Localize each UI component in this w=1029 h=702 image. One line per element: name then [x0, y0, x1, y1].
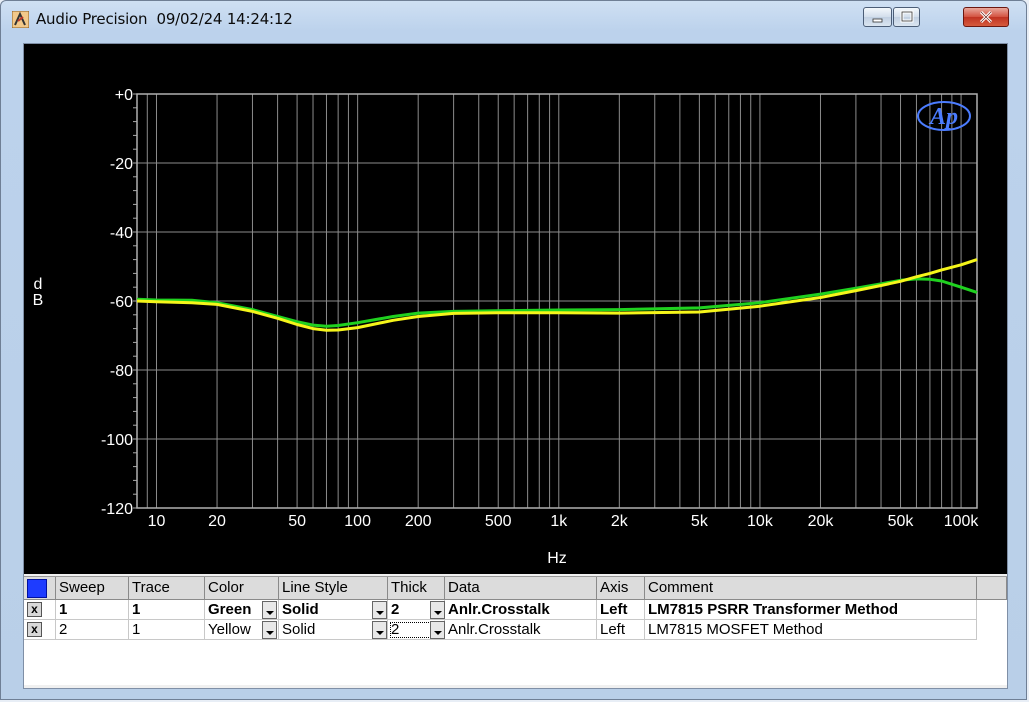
y-tick-label: -20	[110, 156, 133, 173]
cell-data[interactable]: Anlr.Crosstalk	[445, 620, 597, 640]
audio-precision-app-icon	[12, 11, 29, 28]
cell-axis[interactable]: Left	[597, 600, 645, 620]
cell-sweep[interactable]: 2	[56, 620, 129, 640]
x-tick-label: 2k	[611, 513, 629, 530]
x-tick-label: 500	[485, 513, 512, 530]
cell-comment[interactable]: LM7815 PSRR Transformer Method	[645, 600, 977, 620]
row-enable-cell[interactable]: x	[24, 620, 56, 640]
col-header-filler	[977, 577, 1007, 600]
x-tick-label: 50k	[888, 513, 915, 530]
thick-dropdown-icon[interactable]	[430, 601, 445, 619]
x-tick-label: 100	[344, 513, 371, 530]
col-header-trace[interactable]: Trace	[129, 577, 205, 600]
cell-axis[interactable]: Left	[597, 620, 645, 640]
sweep-table[interactable]: Sweep Trace Color Line Style Thick Data …	[24, 576, 1007, 685]
cell-trace[interactable]: 1	[129, 620, 205, 640]
y-tick-label: -80	[110, 363, 133, 380]
col-header-thick[interactable]: Thick	[388, 577, 445, 600]
col-header-sweep[interactable]: Sweep	[56, 577, 129, 600]
x-tick-label: 10k	[747, 513, 774, 530]
col-header-comment[interactable]: Comment	[645, 577, 977, 600]
col-header-data[interactable]: Data	[445, 577, 597, 600]
x-tick-label: 1k	[550, 513, 568, 530]
x-axis-label: Hz	[547, 550, 567, 567]
y-tick-label: -100	[101, 432, 133, 449]
close-button[interactable]	[963, 7, 1009, 27]
enable-checkbox[interactable]: x	[27, 602, 42, 617]
enable-checkbox[interactable]: x	[27, 622, 42, 637]
graph-window-client: +0 -20 -40 -60 -80 -100 -120 10 20 50 100 200 500 1k 2…	[23, 43, 1008, 689]
app-name: Audio Precision	[36, 10, 148, 28]
line-style-dropdown-icon[interactable]	[372, 601, 387, 619]
frequency-response-chart[interactable]: +0 -20 -40 -60 -80 -100 -120 10 20 50 100 200 500 1k 2…	[24, 44, 1007, 574]
graph-plot-area[interactable]: +0 -20 -40 -60 -80 -100 -120 10 20 50 100 200 500 1k 2…	[24, 44, 1007, 574]
maximize-icon	[900, 10, 914, 23]
col-header-color[interactable]: Color	[205, 577, 279, 600]
minimize-button[interactable]	[863, 7, 892, 27]
app-window: Audio Precision 09/02/24 14:24:12 +0 -20 -…	[0, 0, 1027, 700]
maximize-button[interactable]	[893, 7, 920, 27]
y-tick-label: -60	[110, 294, 133, 311]
minimize-icon	[872, 18, 883, 23]
y-tick-label: -120	[101, 501, 133, 518]
thick-dropdown-icon[interactable]	[430, 621, 445, 639]
cell-data[interactable]: Anlr.Crosstalk	[445, 600, 597, 620]
y-tick-label: -40	[110, 225, 133, 242]
cell-comment[interactable]: LM7815 MOSFET Method	[645, 620, 977, 640]
y-axis-label: d	[34, 276, 43, 293]
line-style-dropdown-icon[interactable]	[372, 621, 387, 639]
col-header-axis[interactable]: Axis	[597, 577, 645, 600]
x-tick-label: 50	[288, 513, 306, 530]
color-dropdown-icon[interactable]	[262, 601, 277, 619]
x-tick-label: 5k	[691, 513, 709, 530]
x-tick-label: 10	[148, 513, 166, 530]
y-tick-label: +0	[115, 87, 133, 104]
col-header-line-style[interactable]: Line Style	[279, 577, 388, 600]
window-timestamp: 09/02/24 14:24:12	[156, 10, 293, 28]
ap-logo: Ap	[928, 104, 958, 130]
close-icon	[979, 10, 993, 24]
cell-trace[interactable]: 1	[129, 600, 205, 620]
color-swatch-blue	[27, 579, 47, 598]
table-corner	[24, 577, 56, 600]
x-tick-label: 200	[405, 513, 432, 530]
x-tick-label: 100k	[944, 513, 980, 530]
color-dropdown-icon[interactable]	[262, 621, 277, 639]
y-axis-label: B	[33, 292, 44, 309]
x-tick-label: 20k	[808, 513, 835, 530]
title-bar[interactable]: Audio Precision 09/02/24 14:24:12	[1, 1, 1028, 37]
window-title: Audio Precision 09/02/24 14:24:12	[36, 10, 293, 28]
cell-sweep[interactable]: 1	[56, 600, 129, 620]
x-tick-label: 20	[208, 513, 226, 530]
row-enable-cell[interactable]: x	[24, 600, 56, 620]
